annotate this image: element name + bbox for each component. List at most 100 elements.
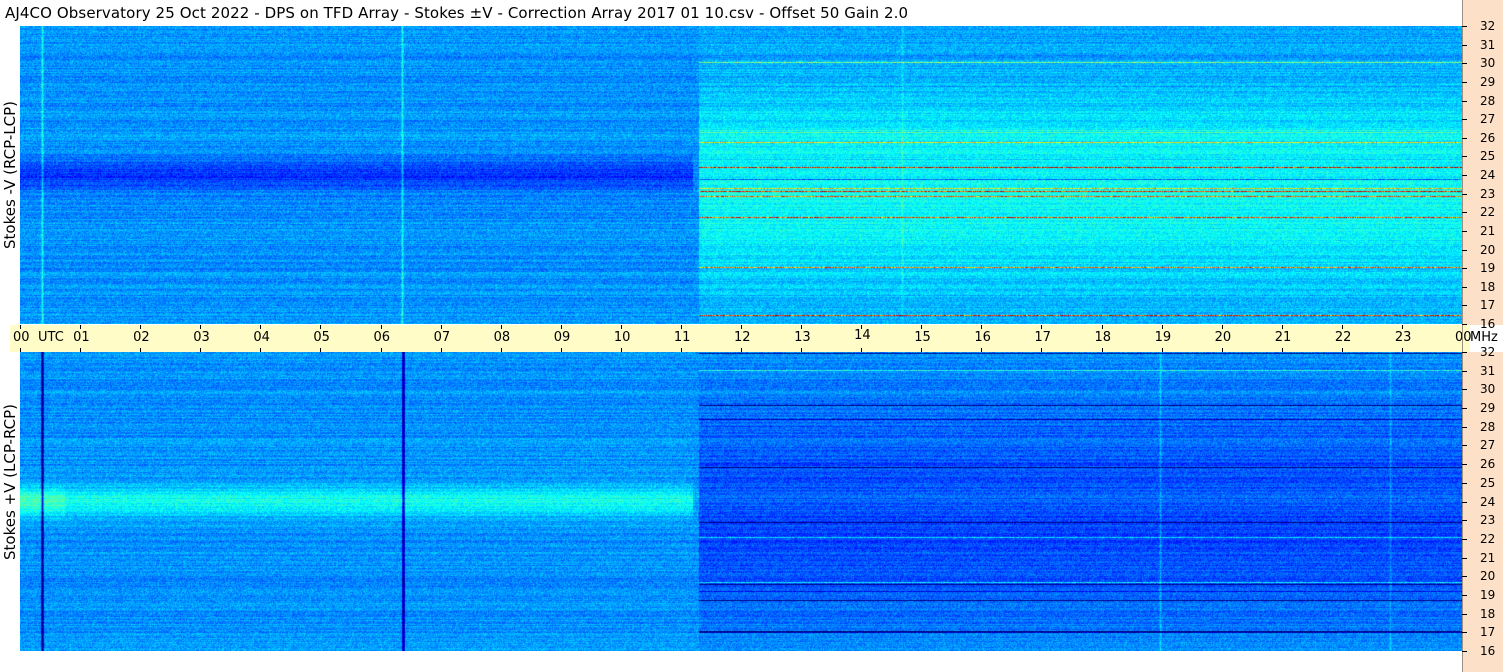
time-tick-label: MHz (1470, 330, 1498, 345)
freq-tick-mark (1462, 119, 1467, 120)
freq-tick-mark (1462, 502, 1467, 503)
time-tick-label: 12 (734, 330, 751, 345)
freq-tick-label: 18 (1480, 607, 1496, 621)
freq-tick-label: 28 (1480, 420, 1496, 434)
freq-tick-label: 25 (1480, 476, 1496, 490)
time-tick-mark (20, 325, 21, 329)
freq-tick-mark (1462, 268, 1467, 269)
time-tick-label: 03 (193, 330, 210, 345)
time-tick-label: 11 (673, 330, 691, 345)
freq-tick-mark (1462, 576, 1467, 577)
freq-tick-mark (1462, 63, 1467, 64)
freq-tick-label: 26 (1480, 131, 1496, 145)
freq-tick-mark (1462, 287, 1467, 288)
freq-tick-mark (1462, 138, 1467, 139)
freq-tick-label: 19 (1480, 261, 1496, 275)
freq-tick-label: 25 (1480, 149, 1496, 163)
freq-tick-label: 22 (1480, 532, 1496, 546)
freq-tick-mark (1462, 82, 1467, 83)
time-tick-mark (680, 325, 682, 329)
freq-tick-mark (1462, 156, 1467, 157)
time-tick-mark (1161, 325, 1163, 329)
freq-tick-label: 30 (1480, 382, 1496, 396)
time-tick-mark (500, 325, 502, 329)
time-tick-mark (80, 325, 82, 329)
freq-tick-mark (1462, 45, 1467, 46)
time-tick-mark (1341, 325, 1343, 329)
freq-tick-mark (1462, 464, 1467, 465)
y-axis-label-top: Stokes -V (RCP-LCP) (1, 101, 19, 249)
freq-tick-mark (1462, 352, 1467, 353)
time-tick-mark (1221, 325, 1223, 329)
freq-tick-label: 26 (1480, 457, 1496, 471)
freq-tick-mark (1462, 231, 1467, 232)
freq-tick-mark (1462, 26, 1467, 27)
time-tick-mark (440, 325, 442, 329)
time-tick-mark (1401, 325, 1403, 329)
freq-tick-label: 32 (1480, 345, 1496, 359)
freq-tick-mark (1462, 175, 1467, 176)
freq-tick-mark (1462, 408, 1467, 409)
spectrogram-top-canvas (20, 26, 1462, 324)
time-tick-label: 17 (1034, 330, 1051, 345)
time-tick-label: 02 (133, 330, 150, 345)
freq-tick-mark (1462, 632, 1467, 633)
time-tick-label: 07 (433, 330, 451, 345)
freq-tick-label: 20 (1480, 243, 1496, 257)
freq-tick-label: 20 (1480, 569, 1496, 583)
time-tick-mark (921, 325, 923, 329)
time-tick-label: 14 (854, 328, 871, 343)
time-tick-mark (620, 325, 622, 329)
freq-tick-mark (1462, 101, 1467, 102)
time-tick-label: 09 (553, 330, 571, 345)
time-tick-label: 10 (613, 330, 631, 345)
freq-tick-mark (1462, 483, 1467, 484)
time-tick-mark (741, 325, 742, 329)
time-tick-label: 16 (974, 330, 991, 345)
freq-tick-label: 19 (1480, 588, 1496, 602)
time-tick-mark (140, 325, 142, 329)
time-tick-mark (260, 325, 262, 329)
freq-tick-label: 21 (1480, 224, 1496, 238)
freq-tick-mark (1462, 324, 1467, 325)
freq-tick-mark (1462, 539, 1467, 540)
time-tick-mark (1101, 325, 1103, 329)
freq-tick-mark (1462, 250, 1467, 251)
freq-tick-label: 27 (1480, 112, 1496, 126)
time-tick-label: 13 (794, 330, 811, 345)
freq-tick-mark (1462, 389, 1467, 390)
freq-tick-label: 18 (1480, 280, 1496, 294)
time-tick-label: 21 (1274, 330, 1292, 345)
freq-tick-label: 29 (1480, 401, 1496, 415)
freq-tick-mark (1462, 520, 1467, 521)
freq-tick-label: 29 (1480, 75, 1496, 89)
freq-tick-label: 22 (1480, 205, 1496, 219)
freq-tick-mark (1462, 212, 1467, 213)
freq-tick-label: 23 (1480, 187, 1496, 201)
chart-title: AJ4CO Observatory 25 Oct 2022 - DPS on T… (5, 4, 909, 22)
freq-tick-label: 24 (1480, 495, 1496, 509)
freq-tick-mark (1462, 614, 1467, 615)
freq-tick-label: 23 (1480, 513, 1496, 527)
time-tick-label: 18 (1094, 330, 1112, 345)
time-tick-label: 22 (1334, 330, 1352, 345)
time-tick-mark (1281, 325, 1283, 329)
freq-tick-label: 17 (1480, 298, 1496, 312)
freq-tick-label: 21 (1480, 551, 1496, 565)
freq-tick-label: 30 (1480, 56, 1496, 70)
time-tick-label: 06 (373, 330, 391, 345)
time-tick-label: UTC (38, 330, 64, 345)
freq-tick-label: 24 (1480, 168, 1496, 182)
time-tick-mark (200, 325, 202, 329)
time-tick-label: 01 (73, 330, 90, 345)
freq-tick-mark (1462, 371, 1467, 372)
freq-tick-mark (1462, 651, 1467, 652)
freq-tick-label: 17 (1480, 625, 1496, 639)
freq-tick-label: 32 (1480, 19, 1496, 33)
freq-tick-label: 31 (1480, 364, 1496, 378)
time-tick-label: 08 (493, 330, 511, 345)
freq-tick-mark (1462, 194, 1467, 195)
time-tick-label: 15 (914, 330, 931, 345)
freq-tick-label: 16 (1480, 644, 1496, 658)
freq-tick-mark (1462, 595, 1467, 596)
